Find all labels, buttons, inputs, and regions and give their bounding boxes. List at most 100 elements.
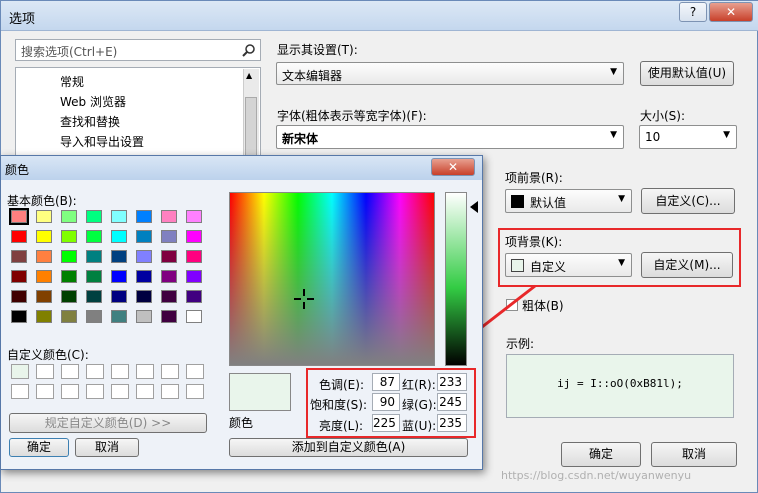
basic-color-swatch[interactable] [11,310,27,323]
basic-color-swatch[interactable] [86,290,102,303]
basic-color-swatch[interactable] [161,270,177,283]
basic-color-swatch[interactable] [61,270,77,283]
basic-color-swatch[interactable] [61,290,77,303]
scroll-thumb[interactable] [245,97,257,157]
use-default-button[interactable]: 使用默认值(U) [640,61,734,86]
basic-color-swatch[interactable] [186,230,202,243]
show-settings-combo[interactable]: 文本编辑器 ▼ [276,62,624,85]
color-spectrum[interactable] [229,192,435,366]
basic-color-swatch[interactable] [111,290,127,303]
basic-color-swatch[interactable] [61,210,77,223]
help-button[interactable]: ? [679,2,707,22]
basic-color-swatch[interactable] [36,230,52,243]
basic-color-swatch[interactable] [186,290,202,303]
custom-color-swatch[interactable] [11,384,29,399]
custom-color-swatch[interactable] [11,364,29,379]
basic-color-swatch[interactable] [9,208,29,225]
luminance-bar[interactable] [445,192,467,366]
basic-color-swatch[interactable] [11,270,27,283]
custom-color-swatch[interactable] [86,384,104,399]
blue-input[interactable]: 235 [437,414,467,432]
cancel-button[interactable]: 取消 [651,442,737,467]
custom-color-swatch[interactable] [86,364,104,379]
custom-color-swatch[interactable] [61,364,79,379]
basic-color-swatch[interactable] [136,290,152,303]
basic-color-swatch[interactable] [136,230,152,243]
tree-item-find-replace[interactable]: 查找和替换 [60,112,144,132]
basic-color-swatch[interactable] [111,230,127,243]
basic-color-swatch[interactable] [36,250,52,263]
basic-color-swatch[interactable] [186,250,202,263]
item-fg-custom-button[interactable]: 自定义(C)... [641,188,735,214]
saturation-input[interactable]: 90 [372,393,400,411]
custom-color-swatch[interactable] [186,384,204,399]
basic-color-swatch[interactable] [36,290,52,303]
custom-color-swatch[interactable] [111,364,129,379]
basic-color-swatch[interactable] [161,290,177,303]
custom-color-swatch[interactable] [136,364,154,379]
basic-color-swatch[interactable] [11,230,27,243]
basic-color-swatch[interactable] [86,310,102,323]
basic-color-swatch[interactable] [86,270,102,283]
color-dialog-close-button[interactable]: ✕ [431,158,475,176]
basic-color-swatch[interactable] [61,310,77,323]
color-cancel-button[interactable]: 取消 [75,438,139,457]
basic-color-swatch[interactable] [161,310,177,323]
custom-color-swatch[interactable] [111,384,129,399]
basic-color-swatch[interactable] [161,250,177,263]
basic-color-swatch[interactable] [11,290,27,303]
basic-color-swatch[interactable] [86,250,102,263]
luminance-input[interactable]: 225 [372,414,400,432]
red-input[interactable]: 233 [437,373,467,391]
item-bg-custom-button[interactable]: 自定义(M)... [641,252,733,278]
close-button[interactable]: ✕ [709,2,753,22]
custom-color-swatch[interactable] [186,364,204,379]
basic-color-swatch[interactable] [111,310,127,323]
scroll-up-icon[interactable]: ▲ [246,71,252,80]
green-input[interactable]: 245 [437,393,467,411]
color-dialog-titlebar[interactable]: 颜色 ✕ [1,156,482,180]
basic-color-swatch[interactable] [136,210,152,223]
basic-color-swatch[interactable] [86,230,102,243]
basic-color-swatch[interactable] [136,270,152,283]
basic-color-swatch[interactable] [111,210,127,223]
search-input[interactable]: 搜索选项(Ctrl+E) [15,39,261,61]
custom-color-swatch[interactable] [136,384,154,399]
hue-input[interactable]: 87 [372,373,400,391]
basic-color-swatch[interactable] [186,210,202,223]
custom-color-swatch[interactable] [161,364,179,379]
basic-color-swatch[interactable] [36,270,52,283]
basic-color-swatch[interactable] [86,210,102,223]
options-titlebar[interactable]: 选项 ? ✕ [1,1,758,31]
basic-color-swatch[interactable] [36,210,52,223]
basic-color-swatch[interactable] [61,230,77,243]
tree-item-general[interactable]: 常规 [60,72,144,92]
item-bg-combo[interactable]: 自定义 ▼ [505,253,632,277]
basic-color-swatch[interactable] [36,310,52,323]
define-custom-colors-button[interactable]: 规定自定义颜色(D) >> [9,413,207,433]
add-custom-color-button[interactable]: 添加到自定义颜色(A) [229,438,468,457]
size-combo[interactable]: 10 ▼ [639,125,737,149]
basic-color-swatch[interactable] [111,250,127,263]
basic-color-swatch[interactable] [161,230,177,243]
tree-scrollbar[interactable]: ▲ [243,69,259,165]
tree-item-web-browser[interactable]: Web 浏览器 [60,92,144,112]
basic-color-swatch[interactable] [186,270,202,283]
tree-item-import-export[interactable]: 导入和导出设置 [60,132,144,152]
custom-color-swatch[interactable] [36,364,54,379]
font-combo[interactable]: 新宋体 ▼ [276,125,624,149]
basic-color-swatch[interactable] [61,250,77,263]
basic-color-swatch[interactable] [161,210,177,223]
color-ok-button[interactable]: 确定 [9,438,69,457]
custom-color-swatch[interactable] [61,384,79,399]
luminance-arrow-icon[interactable] [470,201,478,213]
custom-color-swatch[interactable] [36,384,54,399]
ok-button[interactable]: 确定 [561,442,641,467]
basic-color-swatch[interactable] [186,310,202,323]
custom-color-swatch[interactable] [161,384,179,399]
item-fg-combo[interactable]: 默认值 ▼ [505,189,632,213]
basic-color-swatch[interactable] [11,250,27,263]
basic-color-swatch[interactable] [136,310,152,323]
basic-color-swatch[interactable] [111,270,127,283]
basic-color-swatch[interactable] [136,250,152,263]
